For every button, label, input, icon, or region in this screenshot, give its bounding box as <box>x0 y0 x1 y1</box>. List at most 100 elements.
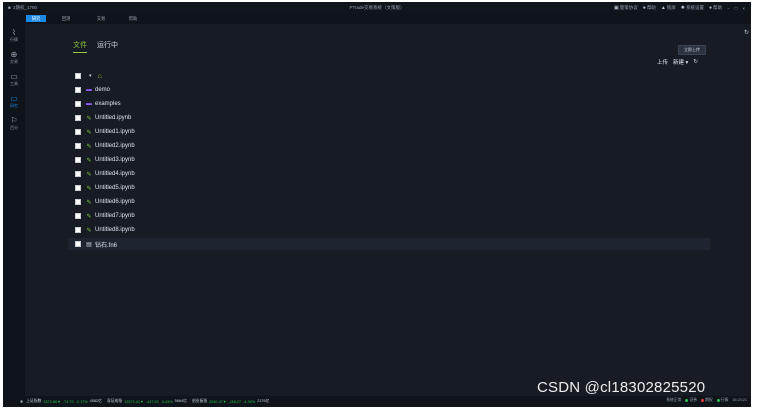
tab-research[interactable]: 研究 <box>26 15 46 22</box>
row-checkbox[interactable] <box>75 87 81 93</box>
left-sidebar: ⌇ 行情 ⊕ 交易 ▭ 工具 ▭ 研究 ⚐ 百分 <box>3 24 25 396</box>
menu-settings-label: 系统设置 <box>685 5 704 10</box>
file-name-link[interactable]: Untitled3.ipynb <box>95 157 135 163</box>
file-row[interactable]: ✎ Untitled.ipynb <box>68 112 710 124</box>
securities-status: 证券 <box>685 398 697 403</box>
tab-running[interactable]: 运行中 <box>97 40 118 53</box>
select-all-checkbox[interactable] <box>75 73 81 79</box>
help-icon: ● <box>708 5 712 11</box>
file-name-link[interactable]: examples <box>95 101 121 107</box>
tab-backtest[interactable]: 回测 <box>56 15 76 22</box>
file-name-link[interactable]: demo <box>95 87 110 93</box>
file-name-link[interactable]: Untitled1.ipynb <box>95 129 135 135</box>
file-row[interactable]: ✎ Untitled7.ipynb <box>68 210 710 222</box>
chevron-down-icon[interactable]: ▾ <box>89 73 92 79</box>
upload-now-button[interactable]: 立即上传 <box>678 45 706 55</box>
menu-help-a[interactable]: ● 帮助 <box>643 5 656 11</box>
sidebar-item-flag[interactable]: ⚐ 百分 <box>3 112 25 134</box>
row-checkbox[interactable] <box>75 115 81 121</box>
menu-protocol[interactable]: ▣ 量策协议 <box>614 5 638 11</box>
chart-icon: ⌇ <box>12 27 16 37</box>
menu-lock[interactable]: ▲ 锁屏 <box>661 5 676 11</box>
row-checkbox[interactable] <box>75 171 81 177</box>
index-value: 2630.37▼ <box>209 399 227 404</box>
file-row[interactable]: ✎ Untitled6.ipynb <box>68 196 710 208</box>
file-row[interactable]: ✎ Untitled3.ipynb <box>68 154 710 166</box>
status-dot-icon <box>701 398 705 402</box>
book-icon: ▣ <box>614 5 619 11</box>
file-row[interactable]: ▬ demo <box>68 84 710 96</box>
index-change: -74.79 <box>62 399 74 404</box>
main-tabs: 研究 回测 交易 帮助 <box>3 13 751 24</box>
file-name-link[interactable]: 钻石.fn6 <box>95 240 117 249</box>
sidebar-item-tools[interactable]: ▭ 工具 <box>3 68 25 90</box>
row-checkbox[interactable] <box>75 213 81 219</box>
folder-icon: ▬ <box>86 101 92 107</box>
watermark: CSDN @cl18302825520 <box>537 379 706 396</box>
home-icon[interactable]: ⌂ <box>98 73 102 80</box>
row-checkbox[interactable] <box>75 199 81 205</box>
sidebar-item-trade-label: 交易 <box>10 58 18 64</box>
index-name: 创业板指 <box>191 399 208 403</box>
notebook-icon: ✎ <box>86 171 92 178</box>
notebook-icon: ✎ <box>86 185 92 192</box>
row-checkbox[interactable] <box>75 129 81 135</box>
sidebar-item-flag-label: 百分 <box>10 124 18 130</box>
row-checkbox[interactable] <box>75 227 81 233</box>
trade-icon: ⊕ <box>10 49 18 59</box>
file-row[interactable]: ▤ 钻石.fn6 <box>68 238 710 250</box>
file-row[interactable]: ✎ Untitled4.ipynb <box>68 168 710 180</box>
row-checkbox[interactable] <box>75 157 81 163</box>
menu-settings[interactable]: ✹ 系统设置 <box>681 5 704 11</box>
maximize-button[interactable]: □ <box>735 5 738 11</box>
sidebar-item-research[interactable]: ▭ 研究 <box>3 90 25 112</box>
new-dropdown[interactable]: 新建 ▾ <box>673 58 688 66</box>
sidebar-item-tools-label: 工具 <box>10 80 18 86</box>
notebook-icon: ✎ <box>86 227 92 234</box>
index-name: 上证指数 <box>26 399 42 403</box>
system-status: 系统正常 <box>666 398 682 402</box>
clock: 16:23:21 <box>732 398 747 402</box>
sidebar-item-research-label: 研究 <box>10 102 18 108</box>
index-name: 深证成指 <box>106 399 123 403</box>
flag-icon: ⚐ <box>10 115 18 125</box>
sidebar-item-market[interactable]: ⌇ 行情 <box>3 24 25 46</box>
index-pct: -3.43% <box>160 399 173 404</box>
panel-refresh-icon[interactable]: ↻ <box>744 29 749 36</box>
file-name-link[interactable]: Untitled2.ipynb <box>95 143 135 149</box>
file-browser: ↻ 文件 运行中 立即上传 上传 新建 ▾ ↻ ▾ ⌂ ▬ demo ▬ exampl… <box>25 24 751 396</box>
upload-button[interactable]: 上传 <box>657 58 668 66</box>
notebook-icon: ✎ <box>86 157 92 164</box>
file-row[interactable]: ▬ examples <box>68 98 710 110</box>
file-row[interactable]: ✎ Untitled2.ipynb <box>68 140 710 152</box>
status-dot-icon <box>716 398 720 402</box>
index-amount: 5664亿 <box>174 399 187 403</box>
close-button[interactable]: × <box>742 5 745 11</box>
file-name-link[interactable]: Untitled8.ipynb <box>95 227 135 233</box>
row-checkbox[interactable] <box>75 101 81 107</box>
row-checkbox[interactable] <box>75 185 81 191</box>
refresh-icon[interactable]: ↻ <box>693 59 698 65</box>
index-pct: -2.17% <box>75 399 88 404</box>
pin-icon[interactable]: ✱ <box>20 399 23 404</box>
file-name-link[interactable]: Untitled5.ipynb <box>95 185 135 191</box>
sidebar-item-trade[interactable]: ⊕ 交易 <box>3 46 25 68</box>
file-name-link[interactable]: Untitled7.ipynb <box>95 213 135 219</box>
row-checkbox[interactable] <box>75 143 81 149</box>
file-name-link[interactable]: Untitled.ipynb <box>95 115 131 121</box>
tab-files[interactable]: 文件 <box>73 40 87 53</box>
status-dot-icon <box>685 398 689 402</box>
quotes-status-label: 行情 <box>720 398 729 402</box>
notebook-icon: ✎ <box>86 213 92 220</box>
file-name-link[interactable]: Untitled6.ipynb <box>95 199 135 205</box>
tab-help[interactable]: 帮助 <box>123 15 143 22</box>
file-row[interactable]: ✎ Untitled8.ipynb <box>68 224 710 236</box>
file-row[interactable]: ✎ Untitled1.ipynb <box>68 126 710 138</box>
menu-help-b[interactable]: ● 帮助 <box>709 5 722 11</box>
tab-trade[interactable]: 交易 <box>91 15 111 22</box>
file-row[interactable]: ✎ Untitled5.ipynb <box>68 182 710 194</box>
file-name-link[interactable]: Untitled4.ipynb <box>95 171 135 177</box>
minimize-button[interactable]: − <box>727 5 730 11</box>
row-checkbox[interactable] <box>75 241 81 247</box>
notebook-icon: ✎ <box>86 199 92 206</box>
